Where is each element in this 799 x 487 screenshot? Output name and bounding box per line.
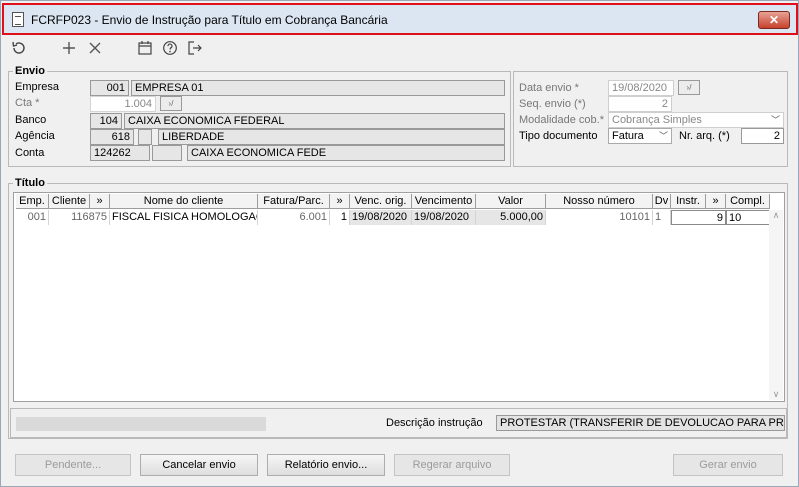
plus-icon[interactable]	[59, 40, 79, 60]
column-expand-button[interactable]: »	[330, 194, 350, 209]
agencia-name-field: LIBERDADE	[158, 129, 505, 145]
data-envio-field[interactable]: 19/08/2020	[608, 80, 674, 96]
conta-label: Conta	[15, 147, 45, 159]
progress-bar	[16, 417, 266, 431]
chevron-down-icon: ﹀	[658, 131, 668, 141]
banco-name-field: CAIXA ECONOMICA FEDERAL	[124, 113, 505, 129]
column-header[interactable]: Emp.	[16, 194, 49, 209]
column-header[interactable]: Valor	[476, 194, 546, 209]
column-header[interactable]: Dv	[653, 194, 671, 209]
seq-envio-label: Seq. envio (*)	[519, 98, 586, 110]
empresa-name-field: EMPRESA 01	[131, 80, 505, 96]
grid-scrollbar[interactable]: ∧ ∨	[769, 210, 783, 400]
column-header[interactable]: Fatura/Parc.	[258, 194, 330, 209]
modalidade-label: Modalidade cob.*	[519, 114, 605, 126]
agencia-code-field[interactable]: 618	[90, 129, 134, 145]
cell-vencimento[interactable]: 19/08/2020	[412, 210, 476, 225]
title-bar: FCRFP023 - Envio de Instrução para Títul…	[2, 3, 798, 35]
column-header[interactable]: Instr.	[671, 194, 706, 209]
descricao-instrucao-field: PROTESTAR (TRANSFERIR DE DEVOLUCAO PARA …	[496, 415, 785, 431]
help-icon[interactable]	[160, 40, 180, 60]
column-header[interactable]: Compl.	[726, 194, 770, 209]
banco-code-field[interactable]: 104	[90, 113, 122, 129]
cell-fatura[interactable]: 6.001	[258, 210, 330, 225]
exit-icon[interactable]	[185, 40, 205, 60]
close-window-button[interactable]: ✕	[758, 11, 790, 29]
agencia-digit-field	[138, 129, 152, 145]
tipo-documento-select[interactable]: Fatura ﹀	[608, 128, 672, 144]
nr-arq-field[interactable]: 2	[741, 128, 784, 144]
cell-nosso-numero[interactable]: 10101	[546, 210, 653, 225]
tipo-documento-value: Fatura	[612, 130, 644, 142]
gerar-envio-button[interactable]: Gerar envio	[673, 454, 783, 476]
cell-nome-cliente[interactable]: FISCAL FISICA HOMOLOGACAO	[110, 210, 258, 225]
pendente-button[interactable]: Pendente...	[15, 454, 131, 476]
conta-name-field: CAIXA ECONOMICA FEDE	[187, 145, 505, 161]
scroll-down-icon[interactable]: ∨	[769, 389, 783, 400]
window-title: FCRFP023 - Envio de Instrução para Títul…	[31, 13, 388, 27]
column-expand-button[interactable]: »	[706, 194, 726, 209]
modalidade-select[interactable]: Cobrança Simples ﹀	[608, 112, 784, 128]
cell-parcela[interactable]: 1	[330, 210, 350, 225]
cell-valor[interactable]: 5.000,00	[476, 210, 546, 225]
instruction-status-bar: Descrição instrução PROTESTAR (TRANSFERI…	[10, 408, 787, 438]
calendar-icon[interactable]	[135, 40, 155, 60]
scroll-up-icon[interactable]: ∧	[769, 210, 783, 221]
agencia-label: Agência	[15, 130, 55, 142]
conta-number-field[interactable]: 124262	[90, 145, 150, 161]
seq-envio-field[interactable]: 2	[608, 96, 672, 112]
cell-compl[interactable]: 10	[726, 210, 770, 225]
tipo-documento-label: Tipo documento	[519, 130, 598, 142]
titulo-grid[interactable]: Emp. Cliente » Nome do cliente Fatura/Pa…	[13, 192, 785, 402]
column-header[interactable]: Vencimento	[412, 194, 476, 209]
cancelar-envio-button[interactable]: Cancelar envio	[140, 454, 258, 476]
column-header[interactable]: Cliente	[49, 194, 90, 209]
column-header[interactable]: Nome do cliente	[110, 194, 258, 209]
cta-field[interactable]: 1.004	[90, 96, 156, 112]
data-envio-calendar-button[interactable]: ›/	[678, 80, 700, 95]
envio-section-title: Envio	[13, 65, 47, 77]
close-icon[interactable]	[85, 40, 105, 60]
data-envio-label: Data envio *	[519, 82, 579, 94]
cell-venc-orig[interactable]: 19/08/2020	[350, 210, 412, 225]
column-header[interactable]: Venc. orig.	[350, 194, 412, 209]
titulo-section-title: Título	[13, 177, 47, 189]
cta-lookup-button[interactable]: ›/	[160, 96, 182, 111]
cell-instr[interactable]: 9	[671, 210, 726, 225]
cell-emp[interactable]: 001	[16, 210, 49, 225]
modalidade-value: Cobrança Simples	[612, 114, 702, 126]
cell-dv[interactable]: 1	[653, 210, 671, 225]
banco-label: Banco	[15, 114, 47, 126]
main-window: FCRFP023 - Envio de Instrução para Títul…	[0, 0, 799, 487]
relatorio-envio-button[interactable]: Relatório envio...	[267, 454, 385, 476]
descricao-instrucao-label: Descrição instrução	[386, 417, 483, 429]
empresa-code-field[interactable]: 001	[90, 80, 129, 96]
nr-arq-label: Nr. arq. (*)	[679, 130, 730, 142]
conta-digit-field	[152, 145, 182, 161]
refresh-icon[interactable]	[9, 40, 29, 60]
document-icon	[12, 12, 24, 27]
column-expand-button[interactable]: »	[90, 194, 110, 209]
cell-cliente[interactable]: 116875	[49, 210, 110, 225]
column-header[interactable]: Nosso número	[546, 194, 653, 209]
chevron-down-icon: ﹀	[770, 115, 780, 125]
regerar-arquivo-button[interactable]: Regerar arquivo	[394, 454, 510, 476]
cta-label: Cta *	[15, 97, 40, 109]
empresa-label: Empresa	[15, 81, 60, 93]
